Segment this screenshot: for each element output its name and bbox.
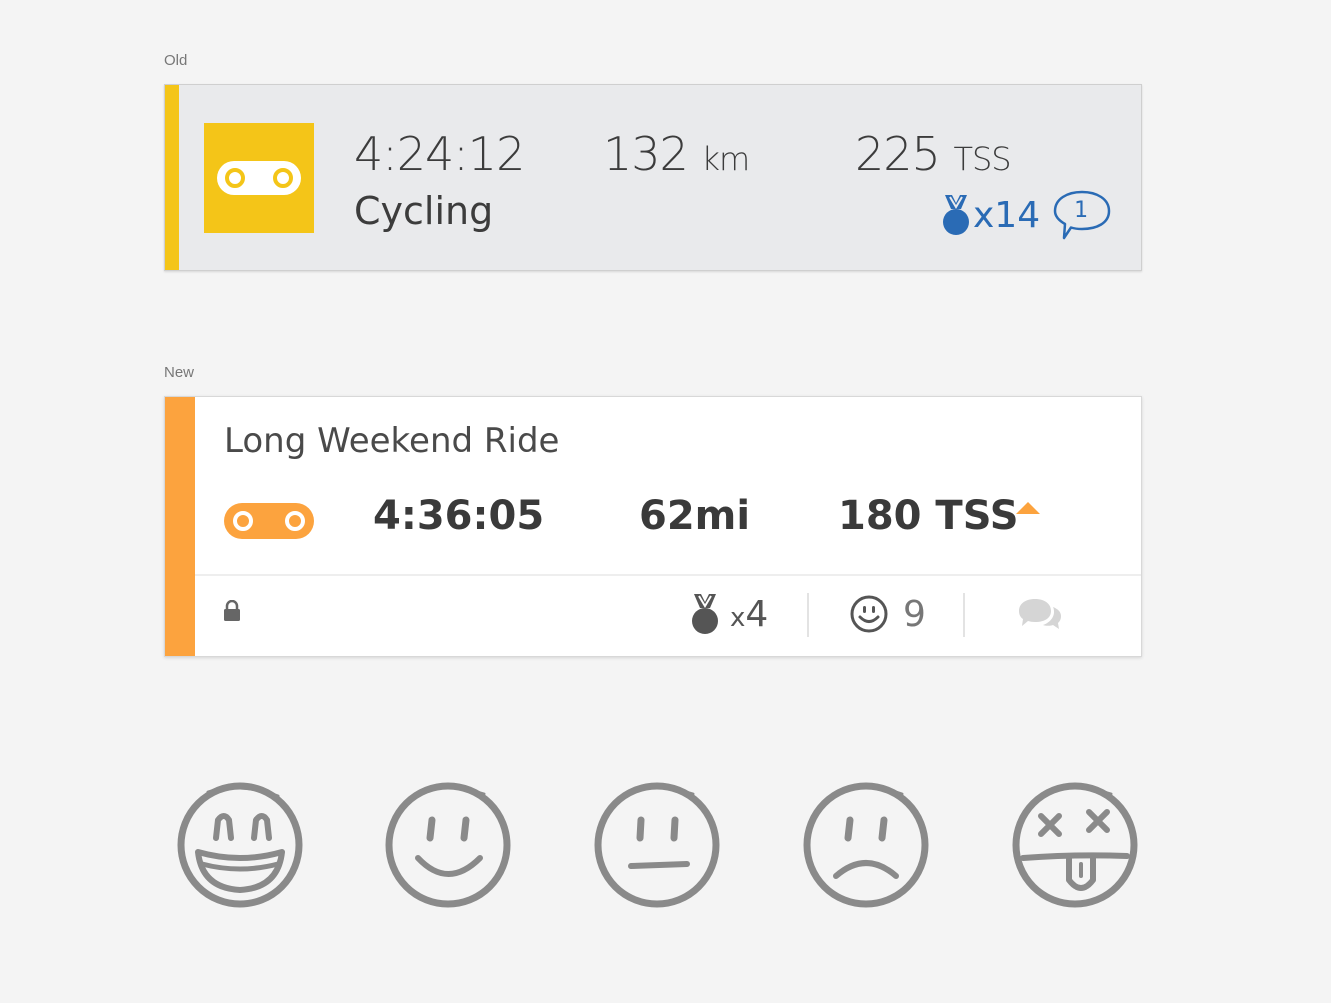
frowning-face-icon — [803, 782, 929, 908]
old-sport-tile — [204, 123, 314, 233]
workout-duration: 4:36:05 — [373, 493, 545, 539]
tss-trend-up-icon — [1016, 502, 1040, 514]
card-divider — [195, 574, 1141, 576]
old-comments-button[interactable]: 1 — [1052, 189, 1112, 241]
likes-button[interactable]: 9 — [849, 589, 926, 639]
dizzy-tongue-face-icon — [1012, 782, 1138, 908]
old-card-accent-stripe — [165, 85, 179, 270]
new-workout-card[interactable]: Long Weekend Ride 4:36:05 62mi 180 TSS x… — [164, 396, 1142, 657]
workout-distance: 62mi — [639, 493, 751, 539]
bike-chain-icon — [224, 503, 314, 539]
old-distance: 132 km — [603, 127, 750, 181]
old-medal-count: x14 — [973, 194, 1041, 236]
section-label-new: New — [164, 364, 195, 381]
old-workout-card[interactable]: 4:24:12 Cycling 132 km 225 TSS x14 1 — [164, 84, 1142, 271]
new-card-accent-stripe — [165, 397, 195, 656]
workout-title: Long Weekend Ride — [224, 421, 560, 461]
old-duration: 4:24:12 — [354, 127, 525, 181]
neutral-face-icon — [594, 782, 720, 908]
old-tss-unit: TSS — [953, 140, 1011, 178]
smiling-face-icon — [385, 782, 511, 908]
medal-count: x4 — [730, 594, 768, 635]
feeling-faces-row — [174, 780, 1144, 910]
old-sport-name: Cycling — [354, 189, 494, 233]
old-tss: 225 TSS — [855, 127, 1012, 181]
medal-count-multiplier: x — [730, 602, 746, 633]
workout-tss: 180 TSS — [838, 493, 1019, 539]
like-count: 9 — [903, 593, 926, 635]
section-label-old: Old — [164, 52, 188, 69]
medal-icon — [692, 594, 718, 634]
medal-count-value: 4 — [745, 593, 769, 635]
old-distance-unit: km — [701, 140, 750, 178]
footer-separator — [807, 593, 809, 637]
comments-button[interactable] — [1017, 589, 1063, 639]
old-tss-value: 225 — [855, 127, 941, 181]
bike-chain-icon — [217, 161, 301, 195]
old-distance-value: 132 — [603, 127, 689, 181]
old-comment-count: 1 — [1074, 198, 1089, 223]
footer-separator — [963, 593, 965, 637]
medals-group[interactable]: x4 — [690, 589, 768, 639]
old-medals-group[interactable]: x14 1 — [941, 189, 1112, 241]
smiley-icon — [850, 595, 888, 633]
grinning-face-icon — [177, 782, 303, 908]
lock-icon[interactable] — [223, 600, 241, 622]
medal-icon — [943, 195, 969, 235]
comments-icon — [1019, 599, 1061, 629]
